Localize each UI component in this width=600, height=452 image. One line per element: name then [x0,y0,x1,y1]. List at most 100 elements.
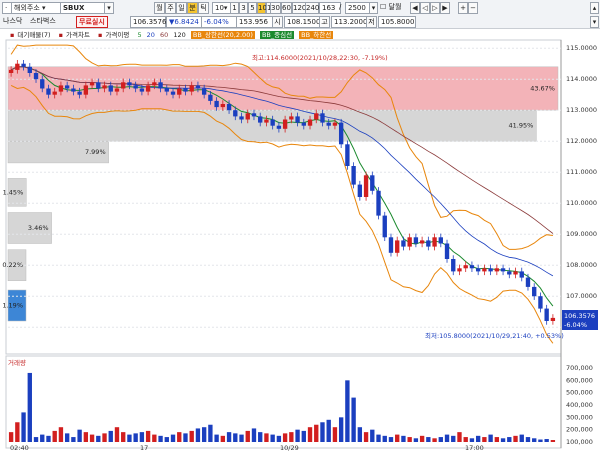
candle-body [500,268,506,272]
symbol-input[interactable]: SBUX [60,2,108,14]
low-annotation: 최저:105.8000(2021/10/29,21:40, +0.53%) [425,331,564,340]
candle-body [46,88,51,95]
volume-bar [357,427,363,442]
volume-bar [64,433,70,442]
overlay-checkbox[interactable]: ☐ 달월 [380,2,401,12]
candle-body [550,317,556,321]
period-month-button[interactable]: 월 [154,2,165,14]
period-week-button[interactable]: 주 [165,2,176,14]
interval-1-button[interactable]: 1 [230,2,239,14]
candle-body [488,268,493,272]
volume-bar [500,438,506,442]
nav-next-icon[interactable]: ▷ [430,2,440,14]
volume-profile-label: 7.99% [85,148,106,156]
candlesticks [8,59,556,325]
nav-last-icon[interactable]: ▶ [440,2,450,14]
volume-value: 153.956 [236,16,274,28]
candle-body [376,190,381,216]
interval-10-button[interactable]: 10 [257,2,267,14]
volume-bar [376,434,381,442]
candle-body [64,85,70,89]
volume-bar [382,435,387,442]
candle-body [127,82,132,86]
interval-select[interactable]: 10▾ [212,2,232,14]
scroll-up-icon[interactable]: ▴ [590,2,599,14]
interval-value: 10 [215,4,224,12]
volume-bar [201,427,207,442]
candle-body [413,237,419,244]
volume-bar [189,430,194,442]
interval-5-button[interactable]: 5 [248,2,257,14]
legend-price-chart[interactable]: ▪ 가격차트 [59,31,93,39]
market-label: 해외주소 [14,4,40,12]
period-minute-button[interactable]: 분 [187,2,198,14]
range-dropdown-button[interactable]: ▾ [369,2,378,14]
legend-bb-center: BB_중심선 [259,31,295,39]
volume-bar [239,434,244,442]
volume-bar [444,434,450,442]
volume-profile-bar [7,249,27,281]
volume-bar [8,432,14,442]
low-label: 저 [366,16,377,28]
volume-bar [469,438,475,442]
volume-bar [332,427,338,442]
interval-240-button[interactable]: 240 [305,2,319,14]
candle-body [270,119,275,126]
volume-bar [40,434,45,442]
price-tick-label: 112.0000 [566,137,597,145]
count-input[interactable]: 163 [319,2,341,14]
volume-tick-label: 700,000 [566,364,593,372]
candle-body [152,82,157,86]
volume-bar [475,435,481,442]
search-button[interactable]: ▾ [104,2,114,14]
volume-bar [102,433,107,442]
volume-bar [152,434,157,442]
time-tick-label: 17 [140,444,148,452]
volume-bar [401,435,406,442]
candle-body [494,268,500,272]
candle-body [158,82,163,89]
nav-prev-icon[interactable]: ◁ [420,2,430,14]
quote-bar: 나스닥 스타벅스 무료실시 106.3576 ▼6.8424 -6.04% 15… [0,14,600,29]
volume-bar [426,437,431,442]
price-chart: 43.67% 41.95% 7.99% 1.45% 3.46% 0.22% 1.19% 11… [2,39,598,452]
range-input[interactable]: 2500 [345,2,371,14]
candle-body [320,113,325,123]
candle-body [170,91,176,95]
period-tick-button[interactable]: 틱 [198,2,209,14]
zoom-out-icon[interactable]: − [468,2,478,14]
legend-ma[interactable]: ▪ 가격이평 [98,31,132,39]
open-value: 108.1500 [284,16,322,28]
current-change-tag-text: -6.04% [564,321,587,329]
period-day-button[interactable]: 일 [176,2,187,14]
interval-3-button[interactable]: 3 [239,2,248,14]
legend-profile[interactable]: ▪ 대기매물(7) [10,31,54,39]
volume-bar [46,435,51,442]
interval-30-button[interactable]: 30 [270,2,281,14]
candle-body [475,268,481,272]
slash-separator: / [339,3,342,11]
indicator-legend: ▪ 대기매물(7) ▪ 가격차트 ▪ 가격이평 5 20 60 120 BB_상한선(… [10,30,336,40]
top-toolbar: · 해외주소 ▾ SBUX ▾ 월 주 일 분 틱 10▾ 1 3 5 10 1… [0,0,600,15]
candle-body [332,122,338,126]
market-select[interactable]: 해외주소 ▾ [11,2,61,14]
interval-120-button[interactable]: 120 [292,2,306,14]
candle-body [438,237,443,244]
bb-lower-line [10,84,554,344]
candle-body [532,286,537,297]
interval-60-button[interactable]: 60 [281,2,292,14]
volume-bar [295,429,300,442]
volume-bar [89,434,95,442]
volume-bar [27,372,32,442]
zoom-in-icon[interactable]: + [458,2,468,14]
volume-bar [544,439,549,442]
price-tick-label: 109.0000 [566,230,597,238]
volume-bar [83,432,89,442]
nav-first-icon[interactable]: ◀ [410,2,420,14]
volume-bar [451,435,456,442]
volume-bar [170,434,176,442]
scroll-down-icon[interactable]: ▾ [590,16,599,28]
change-percent: -6.04% [201,16,237,28]
candle-body [525,277,531,287]
volume-bar [314,424,319,442]
